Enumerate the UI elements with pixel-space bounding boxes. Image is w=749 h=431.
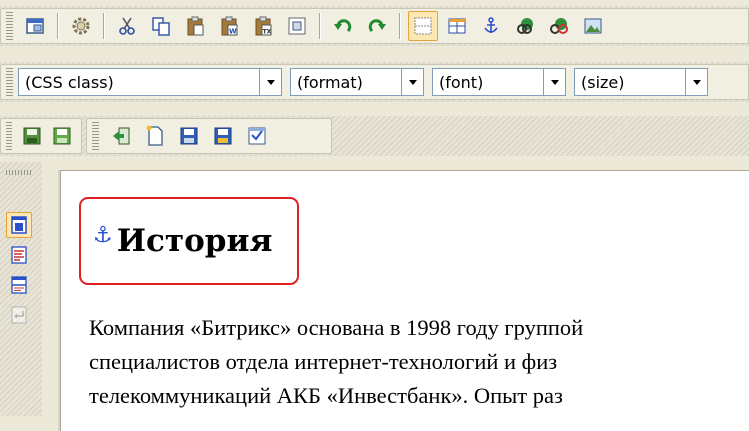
paste-icon [187, 16, 204, 36]
redo-button[interactable] [362, 11, 392, 41]
css-class-select[interactable]: (CSS class) [18, 67, 282, 97]
paste-special-button[interactable] [282, 11, 312, 41]
main-toolbar: W TX [0, 8, 749, 44]
paste-word-icon: W [221, 16, 238, 36]
editor-canvas[interactable]: ⚓ История Компания «Битрикс» основана в … [60, 170, 749, 431]
css-class-value: (CSS class) [18, 68, 260, 96]
heading-highlight: ⚓ История [79, 197, 299, 285]
link-icon [517, 18, 533, 34]
wrap-button[interactable] [6, 302, 32, 328]
design-icon [11, 216, 27, 234]
anchor-icon[interactable]: ⚓ [93, 223, 113, 248]
settings-button[interactable] [66, 11, 96, 41]
wrap-icon [11, 306, 27, 324]
size-select[interactable]: (size) [574, 67, 708, 97]
properties-icon [248, 127, 266, 145]
gear-icon [72, 17, 90, 35]
save-page-button[interactable] [174, 121, 204, 151]
file-toolbar [0, 118, 82, 154]
cut-button[interactable] [112, 11, 142, 41]
undo-icon [334, 19, 352, 33]
save-page-as-button[interactable] [208, 121, 238, 151]
toolbar-separator [319, 13, 321, 39]
page-heading: История [116, 223, 273, 259]
scissors-icon [119, 17, 135, 35]
toolbar-separator [103, 13, 105, 39]
copy-icon [152, 17, 170, 36]
floppy-icon [180, 127, 198, 145]
show-borders-button[interactable] [408, 11, 438, 41]
floppy-star-icon [214, 127, 232, 145]
window-icon [26, 18, 44, 34]
paste-button[interactable] [180, 11, 210, 41]
exit-button[interactable] [106, 121, 136, 151]
svg-text:TX: TX [263, 29, 272, 36]
split-mode-button[interactable] [6, 272, 32, 298]
toolbar-separator [57, 13, 59, 39]
toolbar-separator [399, 13, 401, 39]
toolbar-row-1: W TX [0, 6, 749, 46]
page-toolbar [86, 118, 332, 154]
body-paragraph: Компания «Битрикс» основана в 1998 году … [89, 311, 749, 413]
size-value: (size) [574, 68, 686, 96]
unlink-icon [550, 18, 568, 34]
svg-text:W: W [229, 28, 237, 36]
mode-toolbar [0, 162, 42, 416]
copy-button[interactable] [146, 11, 176, 41]
toolbar-grip[interactable] [92, 122, 99, 150]
new-page-icon [146, 125, 163, 146]
save-as-button[interactable] [49, 121, 75, 151]
paragraph-line: Компания «Битрикс» основана в 1998 году … [89, 315, 584, 340]
exit-icon [113, 127, 130, 145]
unlink-button[interactable] [544, 11, 574, 41]
image-icon [584, 18, 602, 34]
image-button[interactable] [578, 11, 608, 41]
table-icon [448, 18, 466, 34]
undo-button[interactable] [328, 11, 358, 41]
save-icon [23, 127, 41, 145]
chevron-down-icon[interactable] [544, 68, 566, 96]
toolbar-grip[interactable] [6, 12, 13, 40]
split-icon [11, 276, 27, 294]
format-select[interactable]: (format) [290, 67, 424, 97]
table-button[interactable] [442, 11, 472, 41]
new-page-button[interactable] [140, 121, 170, 151]
font-select[interactable]: (font) [432, 67, 566, 97]
anchor-icon [484, 17, 498, 33]
paste-text-button[interactable]: TX [248, 11, 278, 41]
save-button[interactable] [19, 121, 45, 151]
paste-word-button[interactable]: W [214, 11, 244, 41]
toolbar-row-3 [0, 116, 749, 156]
design-mode-button[interactable] [6, 212, 32, 238]
chevron-down-icon[interactable] [402, 68, 424, 96]
full-screen-button[interactable] [20, 11, 50, 41]
paste-special-icon [288, 17, 306, 35]
link-button[interactable] [510, 11, 540, 41]
chevron-down-icon[interactable] [260, 68, 282, 96]
paste-text-icon: TX [255, 16, 272, 36]
paragraph-line: телекоммуникаций АКБ «Инвестбанк». Опыт … [89, 383, 563, 408]
font-value: (font) [432, 68, 544, 96]
anchor-button[interactable] [476, 11, 506, 41]
toolbar-grip[interactable] [6, 170, 32, 175]
page-properties-button[interactable] [242, 121, 272, 151]
save-green-icon [53, 127, 71, 145]
toolbar-grip[interactable] [6, 68, 13, 96]
code-icon [11, 246, 27, 264]
code-mode-button[interactable] [6, 242, 32, 268]
style-toolbar: (CSS class) (format) (font) (size) [0, 64, 749, 100]
paragraph-line: специалистов отдела интернет-технологий … [89, 349, 558, 374]
toolbar-row-2: (CSS class) (format) (font) (size) [0, 62, 749, 102]
chevron-down-icon[interactable] [686, 68, 708, 96]
format-value: (format) [290, 68, 402, 96]
redo-icon [368, 19, 386, 33]
borders-icon [414, 17, 432, 35]
toolbar-grip[interactable] [6, 122, 12, 150]
